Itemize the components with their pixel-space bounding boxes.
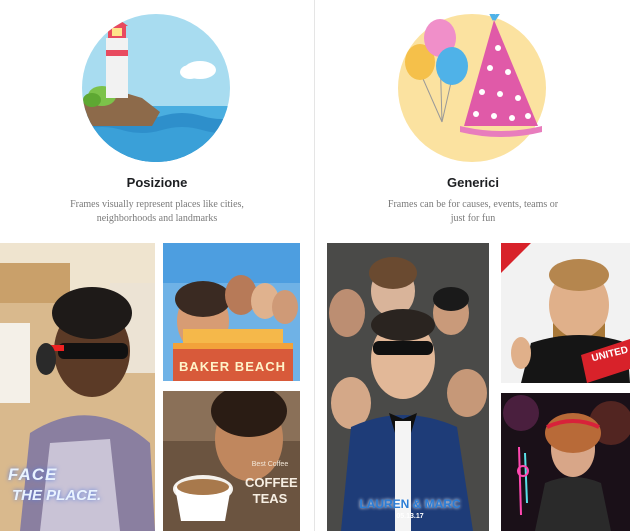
coffee-small-text: Best Coffee — [251, 461, 289, 468]
face-the-place-text-1: FACE — [8, 465, 58, 484]
category-description: Frames visually represent places like ci… — [70, 199, 244, 224]
coffee-text-2: TEAS — [252, 491, 288, 506]
party-hat-balloons-icon — [398, 14, 546, 162]
lighthouse-icon — [82, 14, 230, 162]
category-generic[interactable]: Generici Frames can be for causes, event… — [316, 0, 630, 531]
wedding-names-text: LAUREN & MARC — [359, 497, 461, 511]
category-location[interactable]: Posizione Frames visually represent plac… — [0, 0, 314, 531]
category-description: Frames can be for causes, events, teams … — [387, 199, 559, 224]
example-photo-team: UNITED — [501, 243, 630, 383]
example-photo-face-the-place: FACE THE PLACE. — [0, 243, 155, 531]
baker-beach-text: BAKER BEACH — [178, 359, 287, 374]
coffee-text-1: COFFEE — [245, 475, 298, 490]
example-photo-coffee-teas: Best Coffee COFFEE TEAS — [163, 391, 300, 531]
example-photo-concert — [501, 393, 630, 531]
face-the-place-text-2: THE PLACE. — [12, 487, 102, 504]
category-title: Generici — [446, 175, 500, 190]
wedding-date-text: 05.13.17 — [396, 513, 424, 520]
example-photo-wedding: LAUREN & MARC 05.13.17 — [327, 243, 489, 531]
category-title: Posizione — [126, 175, 188, 190]
column-divider — [314, 0, 315, 531]
example-photo-baker-beach: BAKER BEACH — [163, 243, 300, 381]
